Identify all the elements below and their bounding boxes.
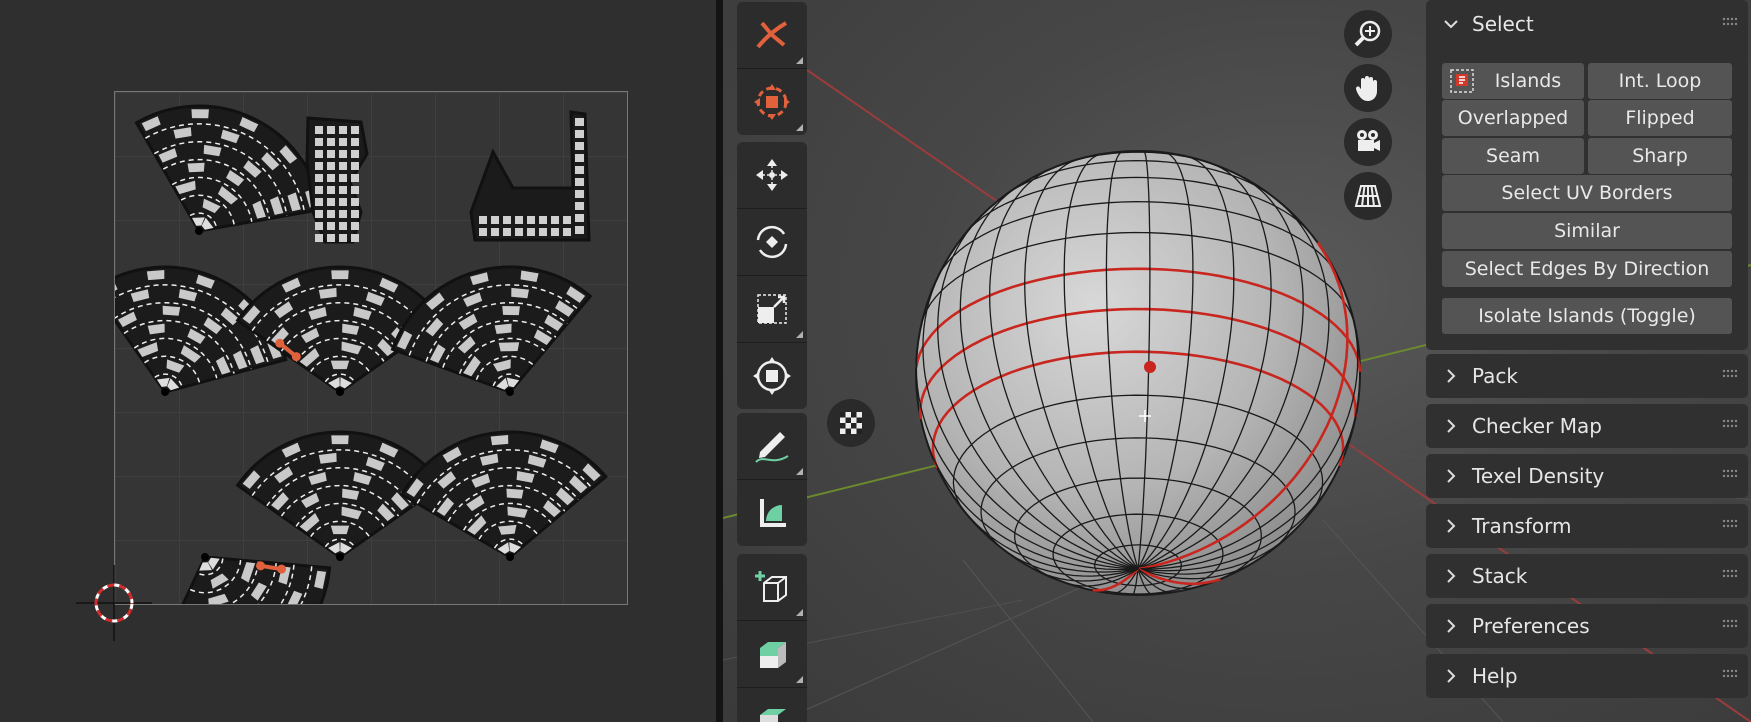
panel-header-transform[interactable]: Transform [1426,504,1748,548]
select-panel-title: Select [1472,12,1534,36]
drag-grip-icon[interactable] [1722,16,1738,30]
overlapped-button[interactable]: Overlapped [1442,100,1584,136]
panel-header-help[interactable]: Help [1426,654,1748,698]
panel-title: Texel Density [1472,464,1605,488]
tool-group-transform [737,142,807,409]
uv-sphere-mesh[interactable] [913,148,1363,598]
panel-title: Help [1472,664,1518,688]
tool-cursor-icon[interactable] [737,69,807,135]
tool-select-icon[interactable] [737,2,807,69]
islands-select-icon [1450,69,1474,93]
panel-header-checker-map[interactable]: Checker Map [1426,404,1748,448]
chevron-right-icon [1440,618,1462,634]
select-edges-by-direction-button[interactable]: Select Edges By Direction [1442,251,1732,287]
panel-title: Stack [1472,564,1528,588]
tool-scale-icon[interactable] [737,276,807,343]
chevron-down-icon [1440,19,1462,29]
tool-group-annotate [737,413,807,546]
panel-title: Checker Map [1472,414,1602,438]
isolate-islands-button[interactable]: Isolate Islands (Toggle) [1442,298,1732,334]
panel-title: Pack [1472,364,1518,388]
sharp-button[interactable]: Sharp [1588,138,1732,174]
tool-measure-icon[interactable] [737,480,807,546]
chevron-right-icon [1440,368,1462,384]
checker-toggle-icon[interactable] [827,399,875,447]
panel-header-preferences[interactable]: Preferences [1426,604,1748,648]
drag-grip-icon[interactable] [1722,568,1738,582]
panel-header-texel-density[interactable]: Texel Density [1426,454,1748,498]
chevron-right-icon [1440,668,1462,684]
chevron-right-icon [1440,468,1462,484]
panel-title: Preferences [1472,614,1590,638]
zoom-icon[interactable] [1344,10,1392,58]
chevron-right-icon [1440,568,1462,584]
uv-islands[interactable] [115,92,627,604]
chevron-right-icon [1440,518,1462,534]
similar-button[interactable]: Similar [1442,213,1732,249]
tool-group-select [737,2,807,135]
uv-editor[interactable] [0,0,716,722]
select-panel-header[interactable]: Select [1426,2,1748,46]
islands-button[interactable]: Islands [1442,63,1584,99]
tool-extrude-icon[interactable] [737,621,807,688]
drag-grip-icon[interactable] [1722,468,1738,482]
select-uv-borders-button[interactable]: Select UV Borders [1442,175,1732,211]
tool-move-icon[interactable] [737,142,807,209]
cursor-2d-icon[interactable] [76,565,152,641]
tool-add-cube-icon[interactable] [737,554,807,621]
drag-grip-icon[interactable] [1722,518,1738,532]
chevron-right-icon [1440,418,1462,434]
hand-pan-icon[interactable] [1344,64,1392,112]
drag-grip-icon[interactable] [1722,668,1738,682]
drag-grip-icon[interactable] [1722,618,1738,632]
perspective-grid-icon[interactable] [1344,172,1392,220]
tool-extra-icon[interactable] [737,688,807,722]
uv-canvas[interactable] [114,91,628,605]
editor-divider[interactable] [716,0,723,722]
panel-header-stack[interactable]: Stack [1426,554,1748,598]
select-panel: Select Islands Int. Loop Overlapped Flip… [1426,0,1748,350]
tool-rotate-icon[interactable] [737,209,807,276]
tool-group-add [737,554,807,722]
drag-grip-icon[interactable] [1722,368,1738,382]
panel-title: Transform [1472,514,1572,538]
tool-transform-icon[interactable] [737,343,807,409]
panel-header-pack[interactable]: Pack [1426,354,1748,398]
camera-icon[interactable] [1344,118,1392,166]
sidebar-panel: Select Islands Int. Loop Overlapped Flip… [1424,0,1751,722]
flipped-button[interactable]: Flipped [1588,100,1732,136]
seam-button[interactable]: Seam [1442,138,1584,174]
drag-grip-icon[interactable] [1722,418,1738,432]
tool-annotate-icon[interactable] [737,413,807,480]
int-loop-button[interactable]: Int. Loop [1588,63,1732,99]
